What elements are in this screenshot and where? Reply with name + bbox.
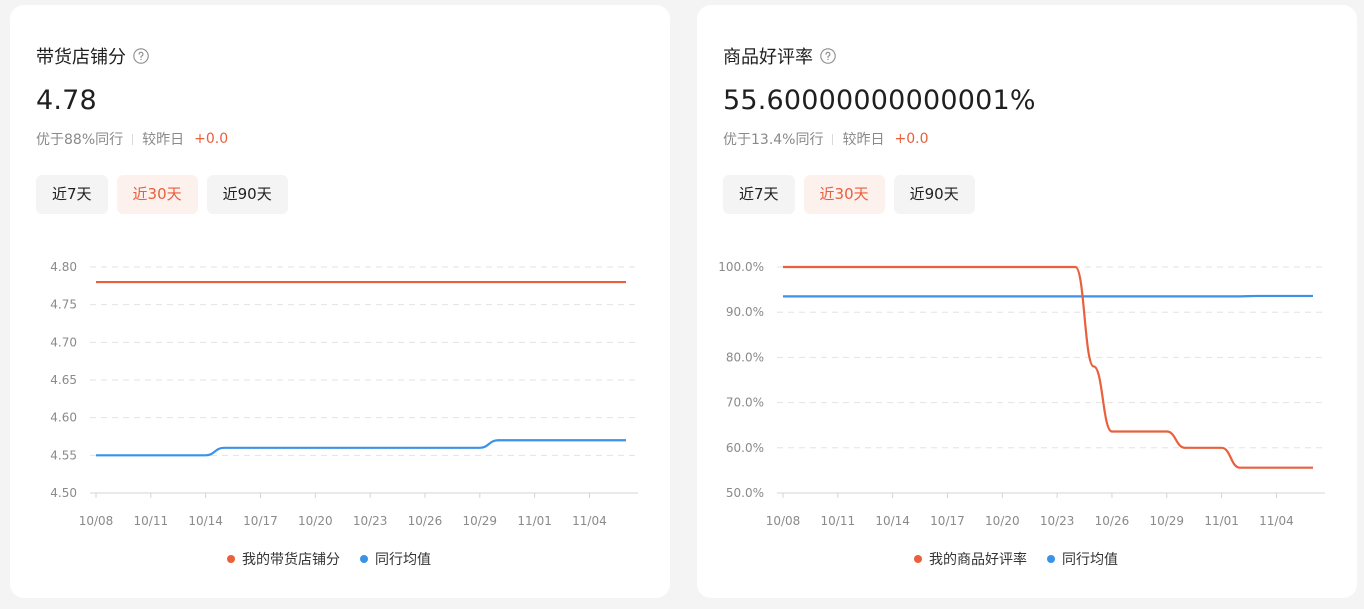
x-tick-label: 10/26 bbox=[1095, 514, 1130, 528]
x-tick-label: 10/08 bbox=[79, 514, 114, 528]
legend-marker bbox=[360, 555, 368, 563]
legend-label[interactable]: 我的商品好评率 bbox=[929, 551, 1027, 568]
score-card: 带货店铺分 4.78 优于88%同行 较昨日 +0.0 近7天 近30天 近90… bbox=[10, 5, 670, 598]
y-tick-label: 80.0% bbox=[726, 350, 764, 364]
x-tick-label: 10/23 bbox=[1040, 514, 1075, 528]
x-tick-label: 10/20 bbox=[985, 514, 1020, 528]
y-tick-label: 60.0% bbox=[726, 441, 764, 455]
x-tick-label: 10/17 bbox=[243, 514, 278, 528]
peer-average-line bbox=[96, 439, 626, 457]
x-tick-label: 10/08 bbox=[766, 514, 801, 528]
x-tick-label: 10/11 bbox=[134, 514, 169, 528]
legend-marker bbox=[914, 555, 922, 563]
rating-trend-chart: 100.0% 90.0% 80.0% 70.0% 60.0% 50.0%10/08 10/1… bbox=[718, 260, 1325, 568]
legend-label[interactable]: 同行均值 bbox=[1062, 552, 1118, 568]
y-tick-label: 4.80 bbox=[50, 260, 77, 274]
score-trend-chart: 4.80 4.75 4.70 4.65 4.60 4.55 4.5010/08 10/11 10… bbox=[50, 260, 638, 568]
x-tick-label: 10/14 bbox=[188, 514, 223, 528]
legend-label[interactable]: 我的带货店铺分 bbox=[242, 551, 340, 568]
y-tick-label: 4.60 bbox=[50, 411, 77, 425]
x-tick-label: 10/26 bbox=[408, 514, 443, 528]
y-tick-label: 4.75 bbox=[50, 298, 77, 312]
x-tick-label: 10/29 bbox=[462, 514, 497, 528]
y-tick-label: 4.70 bbox=[50, 335, 77, 349]
legend-marker bbox=[1047, 555, 1055, 563]
x-tick-label: 10/11 bbox=[821, 514, 856, 528]
x-tick-label: 11/01 bbox=[517, 514, 552, 528]
y-tick-label: 100.0% bbox=[718, 260, 764, 274]
y-tick-label: 70.0% bbox=[726, 396, 764, 410]
legend-label[interactable]: 同行均值 bbox=[375, 552, 431, 568]
x-tick-label: 10/23 bbox=[353, 514, 388, 528]
rating-card: 商品好评率 55.60000000000001% 优于13.4%同行 较昨日 +… bbox=[697, 5, 1357, 598]
y-tick-label: 4.55 bbox=[50, 448, 77, 462]
x-tick-label: 11/01 bbox=[1204, 514, 1239, 528]
y-tick-label: 4.50 bbox=[50, 486, 77, 500]
y-tick-label: 50.0% bbox=[726, 486, 764, 500]
x-tick-label: 11/04 bbox=[1259, 514, 1294, 528]
x-tick-label: 10/14 bbox=[875, 514, 910, 528]
x-tick-label: 10/17 bbox=[930, 514, 965, 528]
y-tick-label: 90.0% bbox=[726, 305, 764, 319]
y-tick-label: 4.65 bbox=[50, 373, 77, 387]
x-tick-label: 10/20 bbox=[298, 514, 333, 528]
x-tick-label: 11/04 bbox=[572, 514, 607, 528]
x-tick-label: 10/29 bbox=[1149, 514, 1184, 528]
legend-marker bbox=[227, 555, 235, 563]
